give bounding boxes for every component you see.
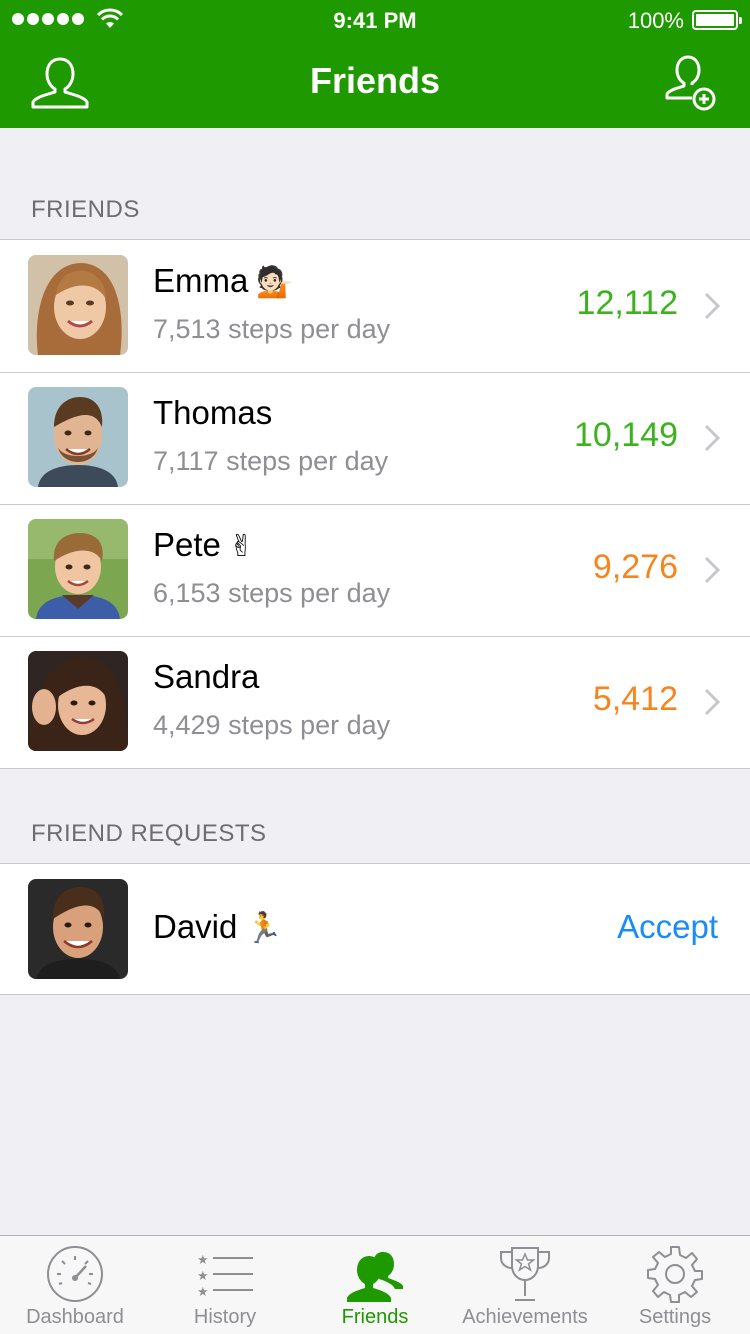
gear-icon	[647, 1246, 703, 1303]
avatar	[28, 255, 128, 355]
friend-requests-list: David 🏃 Accept	[0, 863, 750, 995]
tab-bar: Dashboard ★ ★ ★ History Friends Achievem…	[0, 1235, 750, 1334]
friend-steps-average: 7,513 steps per day	[153, 314, 391, 344]
friends-icon	[347, 1252, 403, 1302]
friend-requests-section-header: FRIEND REQUESTS	[31, 820, 267, 847]
friend-steps-average: 6,153 steps per day	[153, 578, 391, 608]
speedometer-icon	[47, 1246, 103, 1302]
request-name: David 🏃	[153, 908, 283, 946]
svg-text:★: ★	[197, 1269, 209, 1284]
tab-dashboard[interactable]: Dashboard	[0, 1236, 150, 1334]
battery-percentage: 100%	[627, 8, 684, 33]
friend-step-count: 12,112	[576, 284, 678, 322]
battery-icon	[692, 10, 742, 30]
friend-row-emma[interactable]: Emma 💁🏻 7,513 steps per day 12,112	[0, 240, 750, 372]
page-title: Friends	[309, 60, 441, 101]
accept-button[interactable]: Accept	[617, 908, 718, 946]
avatar	[28, 387, 128, 487]
friends-list: Emma 💁🏻 7,513 steps per day 12,112 Thomas…	[0, 239, 750, 769]
friend-row-sandra[interactable]: Sandra 4,429 steps per day 5,412	[0, 636, 750, 768]
tab-achievements[interactable]: Achievements	[450, 1236, 600, 1334]
trophy-icon	[500, 1247, 550, 1301]
emoji: ✌	[228, 529, 255, 564]
friend-row-pete[interactable]: Pete ✌ 6,153 steps per day 9,276	[0, 504, 750, 636]
emoji: 💁🏻	[256, 265, 294, 300]
tab-label: History	[193, 1306, 257, 1328]
avatar	[28, 651, 128, 751]
add-friend-button[interactable]	[664, 54, 720, 112]
friend-step-count: 9,276	[592, 548, 678, 586]
chevron-right-icon	[704, 556, 720, 584]
avatar	[28, 519, 128, 619]
tab-label: Achievements	[462, 1306, 588, 1328]
star-list-icon: ★ ★ ★	[197, 1253, 253, 1300]
friend-name: Pete ✌	[153, 526, 255, 564]
svg-text:★: ★	[197, 1285, 209, 1300]
friends-section-header: FRIENDS	[31, 196, 140, 223]
navigation-header: 9:41 PM 100% Friends	[0, 0, 750, 128]
tab-settings[interactable]: Settings	[600, 1236, 750, 1334]
friend-steps-average: 7,117 steps per day	[153, 446, 389, 476]
avatar	[28, 879, 128, 979]
friend-steps-average: 4,429 steps per day	[153, 710, 391, 740]
tab-history[interactable]: ★ ★ ★ History	[150, 1236, 300, 1334]
friend-request-row-david: David 🏃 Accept	[0, 864, 750, 994]
tab-friends[interactable]: Friends	[300, 1236, 450, 1334]
chevron-right-icon	[704, 424, 720, 452]
chevron-right-icon	[704, 688, 720, 716]
chevron-right-icon	[704, 292, 720, 320]
friend-name: Emma 💁🏻	[153, 262, 294, 300]
friend-row-thomas[interactable]: Thomas 7,117 steps per day 10,149	[0, 372, 750, 504]
add-friend-icon	[665, 55, 716, 111]
friend-step-count: 5,412	[592, 680, 678, 718]
emoji: 🏃	[245, 911, 283, 946]
tab-label: Settings	[638, 1306, 712, 1328]
friend-step-count: 10,149	[574, 416, 678, 454]
tab-label: Dashboard	[26, 1306, 124, 1328]
tab-label: Friends	[341, 1306, 409, 1328]
svg-text:★: ★	[197, 1253, 209, 1268]
status-bar: 9:41 PM 100%	[0, 0, 750, 40]
friend-name: Thomas	[153, 394, 273, 431]
friend-name: Sandra	[153, 658, 260, 695]
